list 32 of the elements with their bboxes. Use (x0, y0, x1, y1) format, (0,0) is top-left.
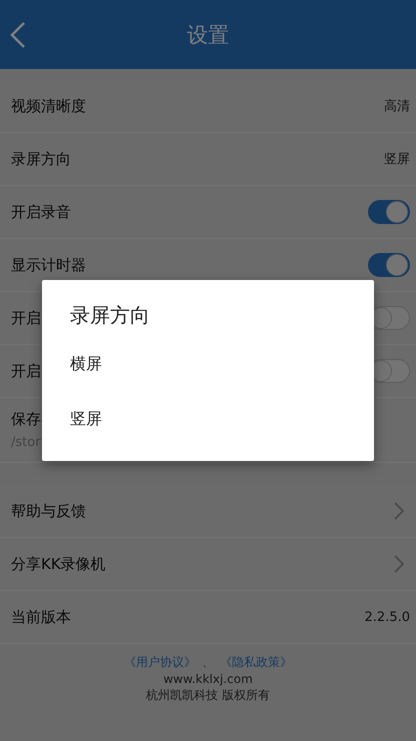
setting-label: 录屏方向 (11, 150, 71, 168)
dialog-title: 录屏方向 (70, 302, 151, 329)
setting-label: 保存 (11, 410, 41, 429)
setting-value: 高清 (384, 98, 410, 115)
toggle-switch[interactable] (368, 253, 410, 277)
settings-row[interactable]: 当前版本 2.2.5.0 (0, 591, 416, 644)
settings-row[interactable]: 分享KK录像机 (0, 538, 416, 591)
chevron-icon (394, 502, 404, 520)
back-icon[interactable] (10, 22, 26, 48)
setting-label: 当前版本 (11, 608, 71, 626)
setting-value: 2.2.5.0 (364, 610, 410, 624)
setting-label: 帮助与反馈 (11, 502, 86, 520)
setting-label: 开启 (11, 308, 41, 328)
setting-value: 竖屏 (384, 151, 410, 168)
copyright-text: 杭州凯凯科技 版权所有 (146, 687, 270, 704)
separator-mark: 、 (202, 654, 214, 671)
dialog-option[interactable]: 横屏 (70, 337, 374, 392)
website-text: www.kklxj.com (163, 672, 253, 686)
setting-label: 显示计时器 (11, 256, 86, 274)
settings-row[interactable]: 录屏方向 竖屏 (0, 133, 416, 186)
page-title: 设置 (187, 22, 229, 48)
setting-label: 开启录音 (11, 202, 71, 222)
toggle-switch[interactable] (368, 200, 410, 224)
settings-row[interactable]: 帮助与反馈 (0, 485, 416, 538)
policy-link[interactable]: 《隐私政策》 (220, 654, 292, 671)
settings-row[interactable]: 视频清晰度 高清 (0, 80, 416, 133)
policy-link[interactable]: 《用户协议》 (124, 654, 196, 671)
setting-label: 开启 (11, 362, 41, 380)
dialog-option[interactable]: 竖屏 (70, 392, 374, 447)
setting-label: 视频清晰度 (11, 96, 86, 116)
chevron-icon (394, 555, 404, 573)
setting-label: 分享KK录像机 (11, 554, 106, 574)
